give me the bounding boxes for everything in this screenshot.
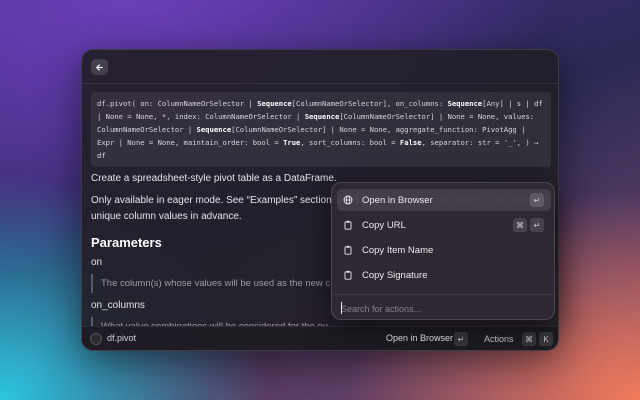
menu-item-open-in-browser[interactable]: Open in Browser ↵ (337, 189, 551, 211)
enter-key-hint: ↵ (530, 218, 544, 232)
clipboard-icon (343, 245, 353, 255)
menu-item-label: Open in Browser (362, 194, 433, 206)
signature-code-block: df.pivot( on: ColumnNameOrSelector | Seq… (91, 92, 551, 167)
menu-item-copy-signature[interactable]: Copy Signature (337, 264, 551, 286)
action-search-input[interactable] (341, 302, 541, 316)
menu-item-label: Copy Signature (362, 269, 428, 281)
menu-divider (332, 294, 554, 295)
enter-key-hint: ↵ (530, 193, 544, 207)
top-bar (82, 50, 558, 84)
text-caret (341, 302, 342, 314)
arrow-left-icon (96, 63, 103, 71)
extension-icon (90, 333, 102, 345)
clipboard-icon (343, 270, 353, 280)
menu-item-copy-url[interactable]: Copy URL ⌘ ↵ (337, 214, 551, 236)
enter-key-hint: ↵ (454, 332, 468, 346)
menu-item-label: Copy Item Name (362, 244, 434, 256)
clipboard-icon (343, 220, 353, 230)
actions-label: Actions (484, 334, 514, 344)
back-button[interactable] (91, 59, 108, 75)
primary-action-button[interactable]: Open in Browser (386, 333, 453, 343)
cmd-key-hint: ⌘ (522, 332, 536, 346)
menu-item-copy-item-name[interactable]: Copy Item Name (337, 239, 551, 261)
k-key-hint: K (539, 332, 553, 346)
action-bar-title: df.pivot (107, 333, 137, 343)
actions-menu: Open in Browser ↵ Copy URL ⌘ ↵ Copy Item… (331, 182, 555, 320)
globe-icon (343, 195, 353, 205)
cmd-key-hint: ⌘ (513, 218, 527, 232)
menu-item-label: Copy URL (362, 219, 406, 231)
actions-button[interactable]: Actions (480, 332, 518, 346)
action-bar: df.pivot Open in Browser ↵ Actions ⌘ K (82, 326, 558, 350)
